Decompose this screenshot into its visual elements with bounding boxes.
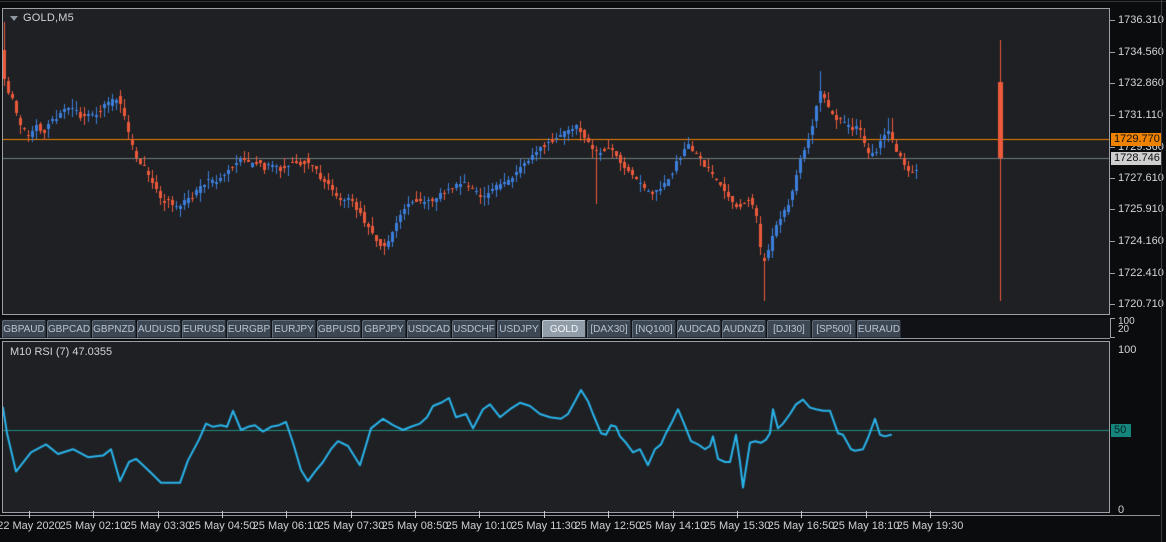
chart-tab-gbpnzd[interactable]: GBPNZD: [92, 320, 136, 338]
price-tick-dash: [1110, 241, 1115, 242]
price-tick-dash: [1110, 178, 1115, 179]
time-tick-label: 25 May 19:30: [896, 520, 964, 532]
time-tick-label: 25 May 12:50: [574, 520, 642, 532]
chart-tab-gold[interactable]: GOLD: [542, 320, 586, 338]
time-tick: [737, 511, 738, 518]
time-tick-label: 25 May 02:10: [59, 520, 127, 532]
rsi-indicator-label: M10 RSI (7) 47.0355: [10, 346, 113, 358]
time-tick: [544, 511, 545, 518]
price-tick-dash: [1110, 273, 1115, 274]
chart-tab-sp500[interactable]: [SP500]: [812, 320, 856, 338]
chart-tab-audnzd[interactable]: AUDNZD: [722, 320, 766, 338]
mini-scale-value: 20: [1118, 324, 1130, 335]
price-tick-label: 1732.860: [1118, 77, 1164, 89]
time-tick: [866, 511, 867, 518]
time-tick-label: 22 May 2020: [0, 520, 61, 532]
time-tick-label: 25 May 08:50: [381, 520, 449, 532]
price-tick-label: 1727.610: [1118, 172, 1164, 184]
chart-tab-nq100[interactable]: [NQ100]: [632, 320, 676, 338]
time-tick: [351, 511, 352, 518]
chart-tab-eurusd[interactable]: EURUSD: [182, 320, 226, 338]
time-tick-label: 25 May 10:10: [445, 520, 513, 532]
price-chart-canvas[interactable]: [3, 9, 1109, 314]
time-tick: [222, 511, 223, 518]
chart-tab-euraud[interactable]: EURAUD: [857, 320, 901, 338]
window-right-border: [1161, 0, 1162, 542]
time-axis-line: [0, 515, 1160, 516]
time-tick: [93, 511, 94, 518]
time-tick-label: 25 May 06:10: [252, 520, 320, 532]
time-tick-label: 25 May 11:30: [511, 520, 577, 532]
trading-app-window: GOLD,M5 1736.310 1734.560 1732.860 1731.110…: [0, 0, 1166, 542]
chart-tab-dji30[interactable]: [DJI30]: [767, 320, 811, 338]
price-tick-label: 1724.160: [1118, 235, 1164, 247]
price-tick-label: 1720.710: [1118, 298, 1164, 310]
rsi-tick-label-50: 50: [1111, 424, 1131, 437]
time-tick-label: 25 May 07:30: [317, 520, 385, 532]
chart-tab-gbpaud[interactable]: GBPAUD: [2, 320, 46, 338]
price-tick-dash: [1110, 147, 1115, 148]
chart-tab-gbpusd[interactable]: GBPUSD: [317, 320, 361, 338]
window-top-border: [0, 1, 1166, 2]
time-tick-label: 25 May 14:10: [639, 520, 707, 532]
time-tick-label: 25 May 15:30: [703, 520, 771, 532]
rsi-chart-canvas[interactable]: [3, 342, 1109, 512]
price-axis: 1736.310 1734.560 1732.860 1731.110 1729.360…: [1110, 8, 1166, 315]
symbol-timeframe-label: GOLD,M5: [23, 12, 74, 24]
chart-tab-audcad[interactable]: AUDCAD: [677, 320, 721, 338]
chart-tab-gbpcad[interactable]: GBPCAD: [47, 320, 91, 338]
orange-price-badge: 1729.770: [1111, 133, 1161, 146]
time-tick-label: 25 May 04:50: [188, 520, 256, 532]
time-tick-label: 25 May 03:30: [124, 520, 192, 532]
time-tick: [415, 511, 416, 518]
chart-tab-audusd[interactable]: AUDUSD: [137, 320, 181, 338]
chart-symbol-title: GOLD,M5: [10, 12, 74, 24]
price-tick-dash: [1110, 20, 1115, 21]
price-tick-label: 1736.310: [1118, 14, 1164, 26]
mini-pane-scale: 100 20: [1118, 317, 1158, 339]
time-axis: 22 May 2020 25 May 02:10 25 May 03:30 25 Ma…: [0, 511, 1160, 542]
time-tick: [801, 511, 802, 518]
mini-pane-bracket: [1110, 318, 1115, 338]
rsi-axis: 100 50 0: [1110, 341, 1166, 516]
chart-tab-usdjpy[interactable]: USDJPY: [497, 320, 541, 338]
price-tick-label: 1725.910: [1118, 203, 1164, 215]
price-tick-label: 1731.110: [1118, 109, 1164, 121]
chart-tab-usdchf[interactable]: USDCHF: [452, 320, 496, 338]
price-tick-label: 1722.410: [1118, 267, 1164, 279]
chart-tab-eurjpy[interactable]: EURJPY: [272, 320, 316, 338]
price-chart-pane[interactable]: GOLD,M5: [2, 8, 1110, 315]
chart-tab-dax30[interactable]: [DAX30]: [587, 320, 631, 338]
time-tick: [608, 511, 609, 518]
time-tick: [29, 511, 30, 518]
chart-tab-gbpjpy[interactable]: GBPJPY: [362, 320, 406, 338]
time-tick: [673, 511, 674, 518]
price-tick-label: 1734.560: [1118, 46, 1164, 58]
price-tick-dash: [1110, 52, 1115, 53]
time-tick: [158, 511, 159, 518]
price-tick-dash: [1110, 83, 1115, 84]
time-tick: [930, 511, 931, 518]
time-tick: [479, 511, 480, 518]
bid-price-badge: 1728.746: [1111, 152, 1161, 165]
chart-tab-usdcad[interactable]: USDCAD: [407, 320, 451, 338]
price-tick-dash: [1110, 304, 1115, 305]
rsi-tick-label-100: 100: [1118, 344, 1137, 356]
chart-tab-bar: GBPAUD GBPCAD GBPNZD AUDUSD EURUSD EURGBP EURJ…: [0, 318, 1110, 339]
price-tick-dash: [1110, 115, 1115, 116]
price-tick-dash: [1110, 209, 1115, 210]
chart-tab-eurgbp[interactable]: EURGBP: [227, 320, 271, 338]
triangle-down-icon[interactable]: [10, 15, 18, 21]
time-tick-label: 25 May 16:50: [767, 520, 835, 532]
time-tick-label: 25 May 18:10: [832, 520, 900, 532]
time-tick: [286, 511, 287, 518]
rsi-indicator-pane[interactable]: M10 RSI (7) 47.0355: [2, 341, 1110, 513]
